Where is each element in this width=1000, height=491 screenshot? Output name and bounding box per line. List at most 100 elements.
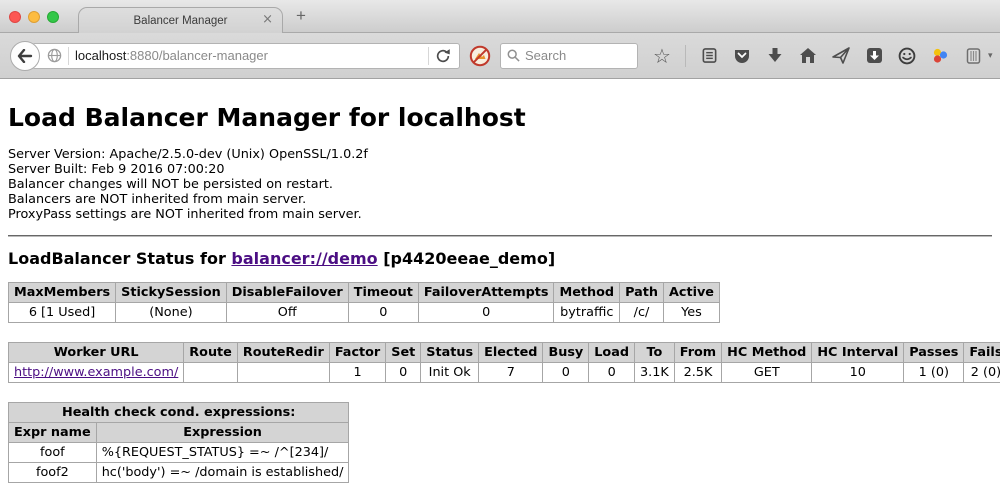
tab-title: Balancer Manager [134,15,228,27]
inherit-notice-line: Balancers are NOT inherited from main se… [8,192,992,207]
cell-expr-name: foof [9,443,97,463]
close-window-button[interactable] [9,11,21,23]
col-load: Load [589,343,635,363]
browser-titlebar: Balancer Manager × + [0,0,1000,33]
persist-notice-line: Balancer changes will NOT be persisted o… [8,177,992,192]
back-arrow-icon [17,49,33,63]
cell-disablefailover: Off [226,303,348,323]
table-header-row: Expr name Expression [9,423,349,443]
cell-hc-interval: 10 [812,363,904,383]
cell-maxmembers: 6 [1 Used] [9,303,116,323]
cell-expression: hc('body') =~ /domain is established/ [96,463,349,483]
downloads-icon[interactable] [765,46,785,66]
worker-table: Worker URL Route RouteRedir Factor Set S… [8,342,1000,383]
reload-icon [435,48,451,64]
cell-expression: %{REQUEST_STATUS} =~ /^[234]/ [96,443,349,463]
col-status: Status [421,343,479,363]
col-routeredir: RouteRedir [237,343,329,363]
cell-path: /c/ [620,303,664,323]
server-built-line: Server Built: Feb 9 2016 07:00:20 [8,162,992,177]
section-divider [8,235,992,237]
cell-stickysession: (None) [116,303,227,323]
cell-routeredir [237,363,329,383]
cell-method: bytraffic [554,303,620,323]
url-text[interactable]: localhost:8880/balancer-manager [75,48,422,63]
heading-prefix: LoadBalancer Status for [8,249,231,268]
worker-url-link[interactable]: http://www.example.com/ [14,365,178,380]
cell-worker-url: http://www.example.com/ [9,363,184,383]
cell-from: 2.5K [674,363,721,383]
navigation-toolbar: localhost:8880/balancer-manager ☆ [0,33,1000,79]
table-title-row: Health check cond. expressions: [9,403,349,423]
back-button[interactable] [10,41,40,71]
globe-icon [47,48,62,63]
bookmarks-list-icon[interactable] [699,46,719,66]
col-disablefailover: DisableFailover [226,283,348,303]
table-header-row: Worker URL Route RouteRedir Factor Set S… [9,343,1000,363]
col-path: Path [620,283,664,303]
cell-route [184,363,238,383]
new-tab-button[interactable]: + [296,6,306,26]
content-blocked-icon [469,45,491,67]
urlbar-divider-2 [428,47,429,65]
health-check-table: Health check cond. expressions: Expr nam… [8,402,349,483]
col-from: From [674,343,721,363]
col-busy: Busy [543,343,589,363]
bookmark-star-icon[interactable]: ☆ [652,46,672,66]
col-to: To [635,343,675,363]
url-domain: localhost [75,48,126,63]
col-expr-name: Expr name [9,423,97,443]
balancer-demo-link[interactable]: balancer://demo [231,249,377,268]
send-plane-icon[interactable] [831,46,851,66]
search-input[interactable] [525,48,625,63]
content-blocked-button[interactable] [469,45,491,67]
col-passes: Passes [904,343,964,363]
search-bar[interactable] [500,43,638,69]
cell-busy: 0 [543,363,589,383]
reload-button[interactable] [435,48,451,64]
smiley-extension-icon[interactable] [897,46,917,66]
cell-expr-name: foof2 [9,463,97,483]
col-elected: Elected [479,343,543,363]
cell-fails: 2 (0) [964,363,1000,383]
col-active: Active [663,283,719,303]
table-row: http://www.example.com/ 1 0 Init Ok 7 0 … [9,363,1000,383]
table-row: 6 [1 Used] (None) Off 0 0 bytraffic /c/ … [9,303,720,323]
table-row: foof %{REQUEST_STATUS} =~ /^[234]/ [9,443,349,463]
server-info: Server Version: Apache/2.5.0-dev (Unix) … [8,147,992,222]
col-timeout: Timeout [348,283,418,303]
col-hc-interval: HC Interval [812,343,904,363]
zoom-window-button[interactable] [47,11,59,23]
url-path: :8880/balancer-manager [126,48,268,63]
tab-balancer-manager[interactable]: Balancer Manager × [78,7,283,33]
minimize-window-button[interactable] [28,11,40,23]
col-factor: Factor [329,343,385,363]
table-row: foof2 hc('body') =~ /domain is establish… [9,463,349,483]
col-expression: Expression [96,423,349,443]
col-stickysession: StickySession [116,283,227,303]
cell-timeout: 0 [348,303,418,323]
toolbar-divider [685,45,686,67]
col-failoverattempts: FailoverAttempts [418,283,554,303]
tab-close-icon[interactable]: × [262,12,273,28]
col-worker-url: Worker URL [9,343,184,363]
col-route: Route [184,343,238,363]
table-header-row: MaxMembers StickySession DisableFailover… [9,283,720,303]
overflow-caret-icon[interactable]: ▾ [988,51,993,61]
health-check-title: Health check cond. expressions: [9,403,349,423]
proxypass-notice-line: ProxyPass settings are NOT inherited fro… [8,207,992,222]
cell-hc-method: GET [722,363,812,383]
balancer-status-heading: LoadBalancer Status for balancer://demo … [8,249,992,268]
cell-load: 0 [589,363,635,383]
colored-dots-extension-icon[interactable] [930,46,950,66]
url-bar[interactable]: localhost:8880/balancer-manager [32,43,460,69]
cell-set: 0 [386,363,421,383]
container-extension-icon[interactable] [963,46,983,66]
pocket-icon[interactable] [732,46,752,66]
home-icon[interactable] [798,46,818,66]
cell-passes: 1 (0) [904,363,964,383]
page-content: Load Balancer Manager for localhost Serv… [0,79,1000,490]
cell-to: 3.1K [635,363,675,383]
video-download-icon[interactable] [864,46,884,66]
urlbar-divider [68,47,69,65]
